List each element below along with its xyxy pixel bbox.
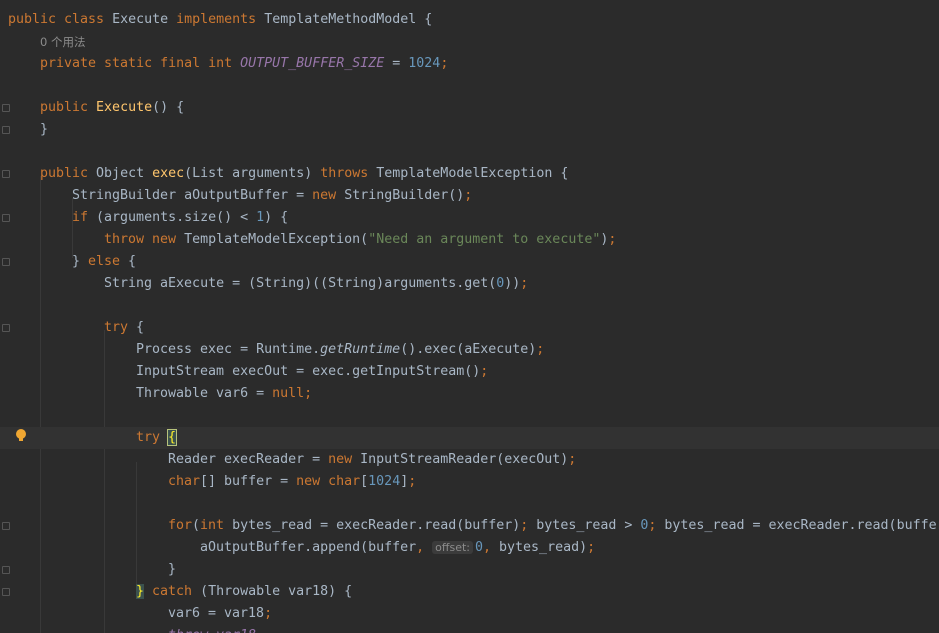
parameter-hint: offset:: [432, 541, 473, 554]
code-line[interactable]: public Execute() {: [0, 97, 939, 119]
lightbulb-icon[interactable]: [15, 428, 27, 444]
code-line[interactable]: var6 = var18;: [0, 603, 939, 625]
code-line[interactable]: Throwable var6 = null;: [0, 383, 939, 405]
code-editor[interactable]: public class Execute implements Template…: [0, 0, 939, 633]
code-line[interactable]: } catch (Throwable var18) {: [0, 581, 939, 603]
code-line[interactable]: } else {: [0, 251, 939, 273]
code-line[interactable]: String aExecute = (String)((String)argum…: [0, 273, 939, 295]
code-line[interactable]: aOutputBuffer.append(buffer, offset: 0, b…: [0, 537, 939, 559]
code-line[interactable]: StringBuilder aOutputBuffer = new String…: [0, 185, 939, 207]
code-line[interactable]: for(int bytes_read = execReader.read(buf…: [0, 515, 939, 537]
code-line[interactable]: if (arguments.size() < 1) {: [0, 207, 939, 229]
code-line-current[interactable]: try {: [0, 427, 939, 449]
usage-hint[interactable]: 0 个用法: [0, 31, 939, 53]
code-line[interactable]: public Object exec(List arguments) throw…: [0, 163, 939, 185]
code-line[interactable]: private static final int OUTPUT_BUFFER_S…: [0, 53, 939, 75]
code-line[interactable]: }: [0, 119, 939, 141]
code-line[interactable]: throw new TemplateModelException("Need a…: [0, 229, 939, 251]
code-line[interactable]: InputStream execOut = exec.getInputStrea…: [0, 361, 939, 383]
code-line[interactable]: throw var18: [0, 625, 939, 633]
code-line[interactable]: Reader execReader = new InputStreamReade…: [0, 449, 939, 471]
code-line[interactable]: public class Execute implements Template…: [0, 9, 939, 31]
code-line[interactable]: }: [0, 559, 939, 581]
code-line[interactable]: try {: [0, 317, 939, 339]
code-line[interactable]: Process exec = Runtime.getRuntime().exec…: [0, 339, 939, 361]
code-line[interactable]: char[] buffer = new char[1024];: [0, 471, 939, 493]
